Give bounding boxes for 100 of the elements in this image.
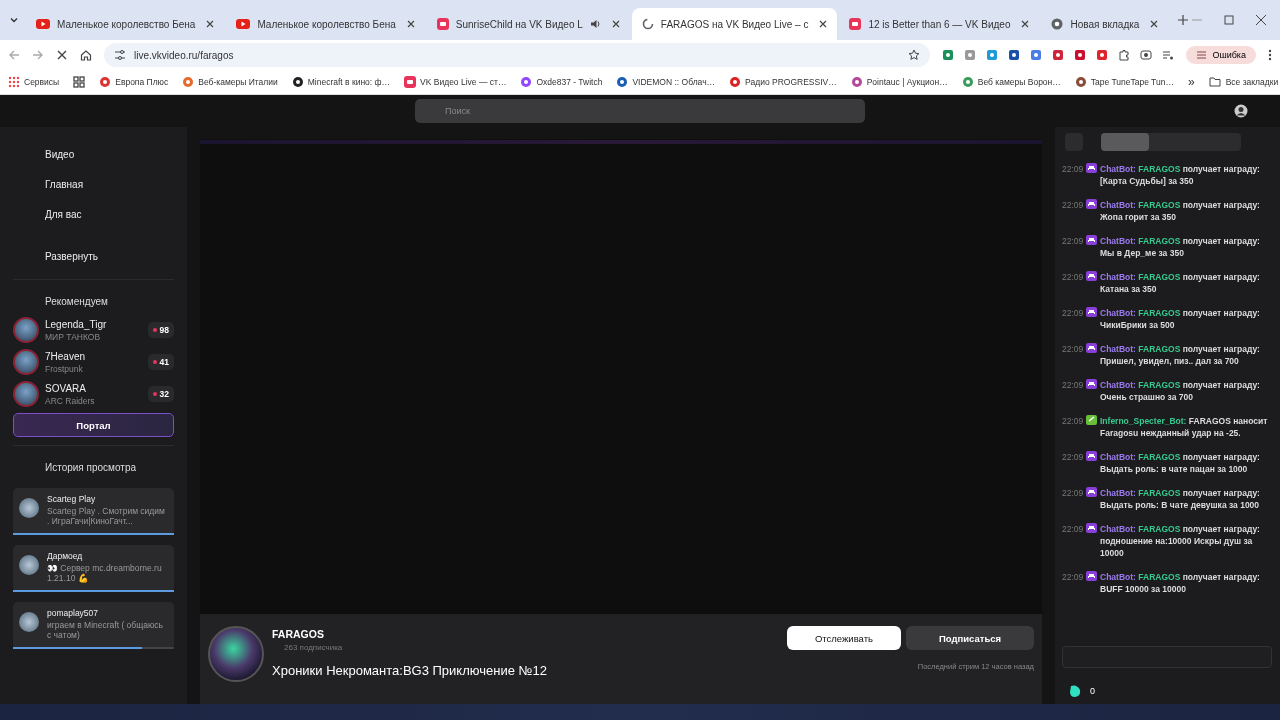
- close-icon[interactable]: [1256, 15, 1266, 25]
- game-name: ARC Raiders: [45, 395, 96, 406]
- tab-title: Маленькое королевство Бена: [57, 18, 196, 30]
- bookmark[interactable]: Oxde837 - Twitch: [520, 76, 603, 88]
- video-icon: [404, 76, 417, 88]
- close-icon[interactable]: [206, 20, 215, 28]
- folder-icon: [1208, 77, 1221, 87]
- invader-icon: [1086, 271, 1097, 281]
- bookmark[interactable]: Pointauc | Аукцион…: [850, 76, 948, 88]
- points-icon[interactable]: [1068, 684, 1082, 698]
- site-icon: [291, 76, 304, 88]
- browser-tab[interactable]: Новая вкладка: [1041, 8, 1169, 40]
- nav-item[interactable]: Для вас: [13, 199, 174, 229]
- message-time: 22:09: [1062, 343, 1085, 355]
- bookmark[interactable]: Европа Плюс: [99, 76, 169, 88]
- invader-icon: [1086, 523, 1097, 533]
- chat-message: ChatBot: FARAGOS получает награду: ЧикиБрики за 500: [1100, 307, 1261, 331]
- extension-icon[interactable]: [1008, 49, 1021, 61]
- site-icon: [616, 76, 629, 88]
- site-icon: [182, 76, 195, 88]
- message-time: 22:09: [1062, 163, 1085, 175]
- stop-icon[interactable]: [56, 49, 68, 61]
- history-card[interactable]: Scarteg Play Scarteg Play . Смотрим сидим . ИграГачи|КиноГачт...: [13, 488, 174, 535]
- overflow-button[interactable]: »: [1187, 75, 1195, 89]
- avatar: [19, 612, 39, 632]
- extension-icon[interactable]: [1052, 49, 1065, 61]
- channel-name[interactable]: 7Heaven: [45, 350, 142, 362]
- message-time: 22:09: [1062, 235, 1085, 247]
- puzzle-icon[interactable]: [1118, 49, 1131, 61]
- camera-icon[interactable]: [1140, 49, 1153, 61]
- all-bookmarks[interactable]: Все закладки: [1208, 77, 1279, 87]
- profile-button[interactable]: Ошибка: [1186, 46, 1256, 64]
- bookmark[interactable]: Tape TuneTape Tun…: [1074, 76, 1174, 88]
- expand-link[interactable]: Развернуть: [13, 241, 174, 271]
- channel-name: Дармоед: [47, 551, 84, 561]
- channel-name: pomaplay507: [47, 608, 100, 618]
- site-icon: [1074, 76, 1087, 88]
- close-icon[interactable]: [611, 20, 620, 28]
- bookmark[interactable]: VK Видео Live — ст…: [404, 76, 507, 88]
- bookmark[interactable]: Сервисы: [8, 76, 60, 88]
- maximize-icon[interactable]: [1224, 15, 1234, 25]
- browser-tab[interactable]: 12 is Better than 6 — VK Видео: [839, 8, 1040, 40]
- search-field[interactable]: Поиск: [415, 99, 865, 123]
- profile-icon: [1196, 50, 1208, 60]
- stream-title: Хроники Некроманта:BG3 Приключение №12: [272, 663, 548, 678]
- browser-tab[interactable]: Маленькое королевство Бена: [26, 8, 225, 40]
- site-settings-icon[interactable]: [114, 49, 126, 61]
- check-icon: [1086, 415, 1097, 425]
- bookmark[interactable]: Веб камеры Ворон…: [961, 76, 1061, 88]
- invader-icon: [1086, 199, 1097, 209]
- message-time: 22:09: [1062, 271, 1085, 283]
- tab-title: Маленькое королевство Бена: [257, 18, 396, 30]
- menu-icon[interactable]: [1268, 49, 1272, 61]
- bookmark[interactable]: Веб-камеры Италии: [182, 76, 278, 88]
- avatar: [19, 498, 39, 518]
- video-icon: [236, 19, 251, 29]
- bookmark[interactable]: VIDEMON :: Облач…: [616, 76, 716, 88]
- home-icon[interactable]: [80, 49, 92, 61]
- message-time: 22:09: [1062, 523, 1085, 535]
- chat-message: ChatBot: FARAGOS получает награду: Мы в Дер_ме за 350: [1100, 235, 1261, 259]
- nav-item[interactable]: Видео: [13, 139, 174, 169]
- invader-icon: [1086, 163, 1097, 173]
- message-time: 22:09: [1062, 451, 1085, 463]
- invader-icon: [1086, 235, 1097, 245]
- bookmark[interactable]: Радио PROGRESSIV…: [729, 76, 837, 88]
- site-icon: [729, 76, 742, 88]
- browser-tab[interactable]: FARAGOS на VK Видео Live – с: [631, 8, 838, 40]
- avatar[interactable]: [13, 349, 39, 375]
- address-bar[interactable]: live.vkvideo.ru/faragos: [104, 43, 931, 67]
- browser-tab[interactable]: Маленькое королевство Бена: [226, 8, 425, 40]
- chat-message: ChatBot: FARAGOS получает награду: [Карта Судьбы] за 350: [1100, 163, 1261, 187]
- avatar[interactable]: [13, 317, 39, 343]
- bookmark[interactable]: Minecraft в кино: ф…: [291, 76, 391, 88]
- close-icon[interactable]: [406, 20, 415, 28]
- new-tab-icon[interactable]: [1178, 15, 1189, 25]
- chat-message: ChatBot: FARAGOS получает награду: Выдать роль: в чате пацан за 1000: [1100, 451, 1261, 475]
- follow-button[interactable]: Отслеживать: [786, 626, 901, 650]
- star-icon[interactable]: [908, 49, 921, 61]
- channel-name[interactable]: FARAGOS: [272, 628, 779, 640]
- playlist-icon[interactable]: [1162, 49, 1175, 61]
- invader-icon: [1086, 487, 1097, 497]
- site-icon: [850, 76, 863, 88]
- close-icon[interactable]: [819, 20, 828, 28]
- site-icon: [99, 76, 112, 88]
- close-icon[interactable]: [1150, 20, 1159, 28]
- avatar[interactable]: [13, 381, 39, 407]
- tab-title: SunriseChild на VK Видео L: [455, 18, 583, 30]
- close-icon[interactable]: [1021, 20, 1030, 28]
- channel-name[interactable]: Legenda_Tigr: [45, 318, 142, 330]
- portal-button[interactable]: Портал: [13, 413, 174, 437]
- history-card[interactable]: pomaplay507 играем в Minecraft ( общаюсь с чатом): [13, 602, 174, 649]
- extension-icon[interactable]: [1096, 49, 1109, 61]
- user-icon[interactable]: [1234, 104, 1248, 118]
- grid-icon[interactable]: [73, 76, 86, 88]
- browser-tab[interactable]: SunriseChild на VK Видео L: [426, 8, 630, 40]
- avatar[interactable]: [208, 626, 264, 682]
- subscribe-button[interactable]: Подписаться: [906, 626, 1034, 650]
- message-time: 22:09: [1062, 415, 1085, 427]
- channel-name[interactable]: SOVARA: [45, 382, 142, 394]
- nav-item[interactable]: Главная: [13, 169, 174, 199]
